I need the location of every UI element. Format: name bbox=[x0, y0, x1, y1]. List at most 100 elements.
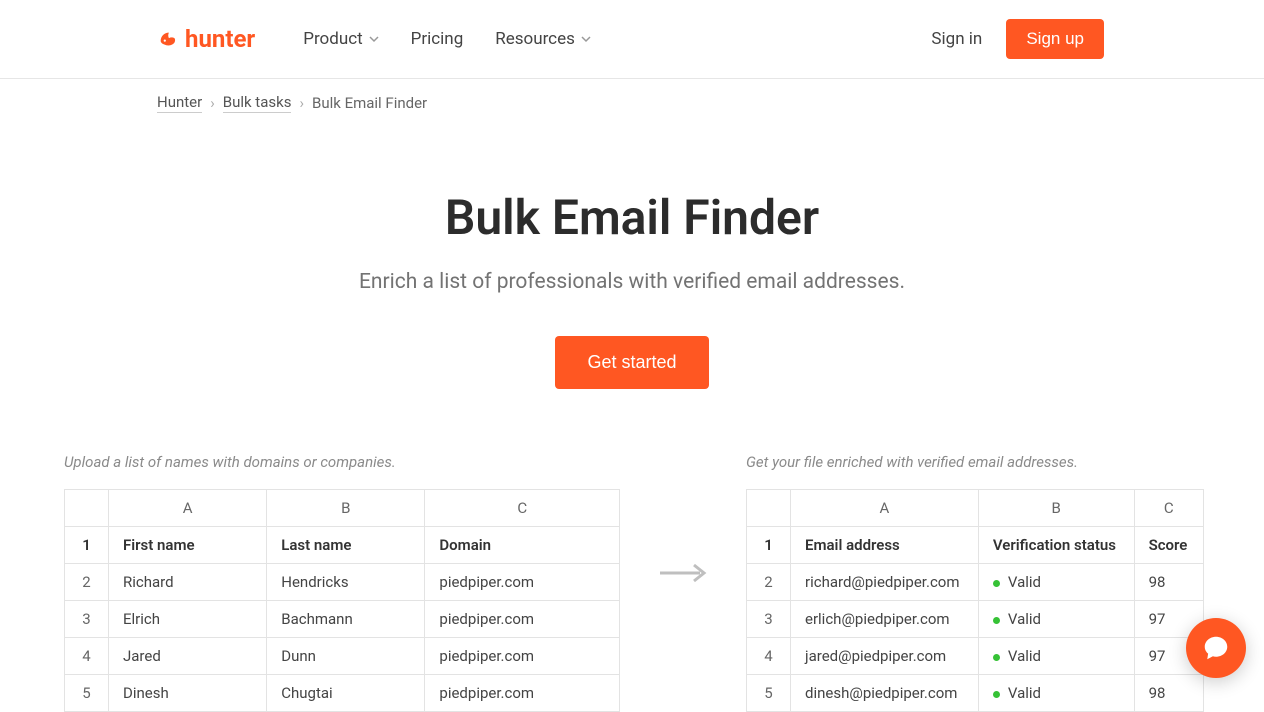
breadcrumb-hunter[interactable]: Hunter bbox=[157, 93, 202, 113]
tables-section: Upload a list of names with domains or c… bbox=[0, 389, 1264, 712]
breadcrumb-separator: › bbox=[210, 94, 215, 112]
cell-status: Valid bbox=[978, 564, 1134, 601]
cell: Hendricks bbox=[267, 564, 425, 601]
table-header-row: 1 First name Last name Domain bbox=[65, 527, 620, 564]
header-cell: Verification status bbox=[978, 527, 1134, 564]
row-number: 2 bbox=[747, 564, 791, 601]
chevron-down-icon bbox=[581, 34, 591, 44]
cell: jared@piedpiper.com bbox=[791, 638, 979, 675]
row-number: 3 bbox=[65, 601, 109, 638]
table-row: 5 Dinesh Chugtai piedpiper.com bbox=[65, 675, 620, 712]
status-dot-icon bbox=[993, 654, 1000, 661]
cell: dinesh@piedpiper.com bbox=[791, 675, 979, 712]
input-caption: Upload a list of names with domains or c… bbox=[64, 453, 620, 471]
table-row: 3 erlich@piedpiper.com Valid 97 bbox=[747, 601, 1204, 638]
arrow-column bbox=[640, 453, 726, 583]
header-cell: Email address bbox=[791, 527, 979, 564]
page-title: Bulk Email Finder bbox=[0, 189, 1264, 246]
status-text: Valid bbox=[1008, 610, 1041, 628]
table-row: 2 Richard Hendricks piedpiper.com bbox=[65, 564, 620, 601]
cell: richard@piedpiper.com bbox=[791, 564, 979, 601]
cell-status: Valid bbox=[978, 601, 1134, 638]
cell: Jared bbox=[109, 638, 267, 675]
get-started-button[interactable]: Get started bbox=[555, 336, 708, 389]
row-number: 3 bbox=[747, 601, 791, 638]
breadcrumb-separator: › bbox=[299, 94, 304, 112]
chevron-down-icon bbox=[369, 34, 379, 44]
table-corner bbox=[747, 490, 791, 527]
col-header: A bbox=[109, 490, 267, 527]
breadcrumb-bulk-tasks[interactable]: Bulk tasks bbox=[223, 93, 292, 113]
cell: piedpiper.com bbox=[425, 638, 620, 675]
col-header: B bbox=[267, 490, 425, 527]
nav-resources-label: Resources bbox=[495, 29, 575, 49]
row-number: 1 bbox=[65, 527, 109, 564]
page-subtitle: Enrich a list of professionals with veri… bbox=[0, 270, 1264, 294]
nav-resources[interactable]: Resources bbox=[495, 29, 591, 49]
cell-status: Valid bbox=[978, 675, 1134, 712]
output-table: A B C 1 Email address Verification statu… bbox=[746, 489, 1204, 712]
table-row: 4 Jared Dunn piedpiper.com bbox=[65, 638, 620, 675]
status-text: Valid bbox=[1008, 573, 1041, 591]
hero: Bulk Email Finder Enrich a list of profe… bbox=[0, 113, 1264, 389]
cell: piedpiper.com bbox=[425, 601, 620, 638]
row-number: 1 bbox=[747, 527, 791, 564]
col-header: A bbox=[791, 490, 979, 527]
table-row: 2 richard@piedpiper.com Valid 98 bbox=[747, 564, 1204, 601]
logo-text: hunter bbox=[185, 25, 255, 53]
status-dot-icon bbox=[993, 691, 1000, 698]
input-table-column: Upload a list of names with domains or c… bbox=[64, 453, 620, 712]
cell: Chugtai bbox=[267, 675, 425, 712]
cell: erlich@piedpiper.com bbox=[791, 601, 979, 638]
hunter-logo-icon bbox=[157, 28, 179, 50]
nav-product-label: Product bbox=[303, 29, 362, 49]
status-text: Valid bbox=[1008, 647, 1041, 665]
nav-pricing-label: Pricing bbox=[411, 29, 464, 49]
row-number: 5 bbox=[747, 675, 791, 712]
signup-button[interactable]: Sign up bbox=[1006, 19, 1104, 59]
cell: Bachmann bbox=[267, 601, 425, 638]
row-number: 4 bbox=[65, 638, 109, 675]
table-header-row: 1 Email address Verification status Scor… bbox=[747, 527, 1204, 564]
row-number: 4 bbox=[747, 638, 791, 675]
output-caption: Get your file enriched with verified ema… bbox=[746, 453, 1204, 471]
arrow-right-icon bbox=[658, 563, 708, 583]
row-number: 2 bbox=[65, 564, 109, 601]
chat-icon bbox=[1201, 633, 1231, 663]
breadcrumb: Hunter › Bulk tasks › Bulk Email Finder bbox=[0, 79, 1264, 113]
cell: 98 bbox=[1134, 564, 1203, 601]
col-header: C bbox=[425, 490, 620, 527]
primary-nav: Product Pricing Resources bbox=[303, 29, 591, 49]
col-header: B bbox=[978, 490, 1134, 527]
nav-product[interactable]: Product bbox=[303, 29, 378, 49]
header-cell: Domain bbox=[425, 527, 620, 564]
status-dot-icon bbox=[993, 580, 1000, 587]
output-table-column: Get your file enriched with verified ema… bbox=[746, 453, 1204, 712]
cell: Elrich bbox=[109, 601, 267, 638]
cell: 98 bbox=[1134, 675, 1203, 712]
cell-status: Valid bbox=[978, 638, 1134, 675]
status-text: Valid bbox=[1008, 684, 1041, 702]
cell: Dinesh bbox=[109, 675, 267, 712]
header-cell: Score bbox=[1134, 527, 1203, 564]
cell: piedpiper.com bbox=[425, 675, 620, 712]
top-nav: hunter Product Pricing Resources Sign in… bbox=[0, 0, 1264, 79]
table-row: 5 dinesh@piedpiper.com Valid 98 bbox=[747, 675, 1204, 712]
header-cell: Last name bbox=[267, 527, 425, 564]
chat-launcher[interactable] bbox=[1186, 618, 1246, 678]
header-cell: First name bbox=[109, 527, 267, 564]
cell: Richard bbox=[109, 564, 267, 601]
logo[interactable]: hunter bbox=[157, 25, 255, 53]
breadcrumb-current: Bulk Email Finder bbox=[312, 94, 427, 112]
table-corner bbox=[65, 490, 109, 527]
input-table: A B C 1 First name Last name Domain 2 Ri… bbox=[64, 489, 620, 712]
auth-controls: Sign in Sign up bbox=[931, 19, 1104, 59]
col-header: C bbox=[1134, 490, 1203, 527]
table-row: 4 jared@piedpiper.com Valid 97 bbox=[747, 638, 1204, 675]
cell: Dunn bbox=[267, 638, 425, 675]
status-dot-icon bbox=[993, 617, 1000, 624]
nav-pricing[interactable]: Pricing bbox=[411, 29, 464, 49]
row-number: 5 bbox=[65, 675, 109, 712]
table-row: 3 Elrich Bachmann piedpiper.com bbox=[65, 601, 620, 638]
signin-link[interactable]: Sign in bbox=[931, 29, 982, 49]
